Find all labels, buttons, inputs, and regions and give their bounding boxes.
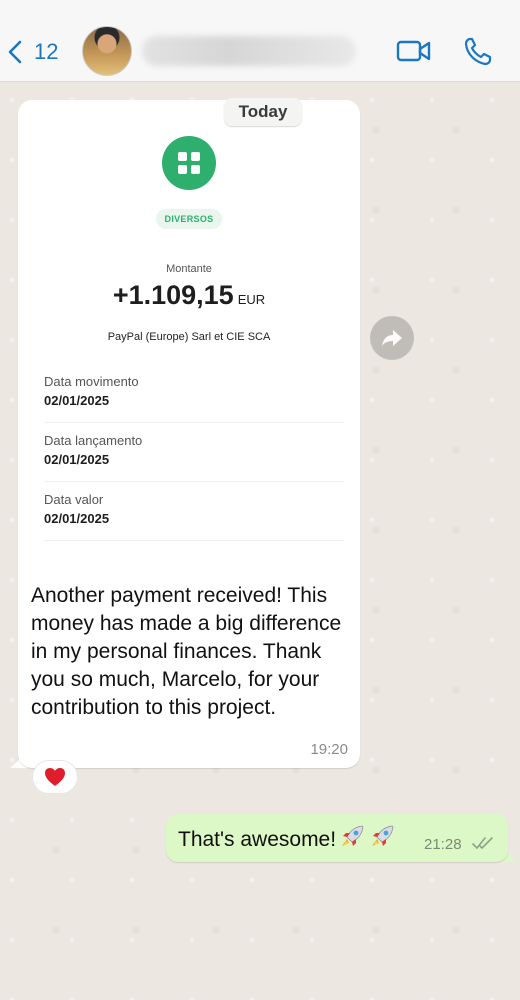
detail-movimento: Data movimento 02/01/2025 (44, 374, 344, 408)
forward-arrow-icon (382, 330, 402, 346)
amount-label: Montante (166, 263, 212, 275)
category-badge: DIVERSOS (156, 209, 222, 229)
rocket-icon (372, 825, 394, 846)
avatar[interactable] (82, 26, 132, 76)
bank-app-logo-icon (162, 136, 216, 190)
amount-row: +1.109,15 EUR (18, 280, 360, 311)
divider (44, 540, 344, 541)
outgoing-message-text: That's awesome! (178, 828, 337, 851)
phone-icon[interactable] (464, 36, 492, 66)
outgoing-message-line: That's awesome! (178, 824, 396, 852)
divider (44, 422, 344, 423)
message-time: 19:20 (310, 741, 348, 758)
date-separator: Today (224, 98, 302, 126)
message-text: Another payment received! This money has… (31, 584, 342, 719)
detail-value: 02/01/2025 (44, 393, 110, 408)
divider (44, 481, 344, 482)
chat-header: 12 (0, 0, 520, 82)
heart-icon (45, 768, 65, 786)
outgoing-message-bubble[interactable]: That's awesome! 21:28 (166, 814, 508, 862)
detail-label: Data movimento (44, 374, 139, 389)
double-check-icon (472, 837, 493, 849)
detail-value: 02/01/2025 (44, 452, 110, 467)
detail-value: 02/01/2025 (44, 511, 110, 526)
video-camera-icon[interactable] (396, 38, 432, 64)
detail-label: Data lançamento (44, 433, 143, 448)
contact-name-redacted[interactable] (142, 36, 356, 66)
detail-label: Data valor (44, 492, 104, 507)
amount-currency: EUR (237, 292, 266, 307)
message-reaction[interactable] (32, 760, 78, 794)
rocket-icon (342, 825, 364, 846)
back-button[interactable]: 12 (6, 34, 66, 70)
chevron-left-icon (8, 40, 22, 64)
detail-valor: Data valor 02/01/2025 (44, 492, 344, 526)
unread-count: 12 (34, 39, 59, 64)
message-time: 21:28 (424, 836, 462, 853)
detail-lancamento: Data lançamento 02/01/2025 (44, 433, 344, 467)
payer-name: PayPal (Europe) Sarl et CIE SCA (107, 331, 271, 343)
incoming-message-bubble[interactable]: DIVERSOS Montante +1.109,15 EUR PayPal (… (18, 100, 360, 768)
forward-button[interactable] (370, 316, 414, 360)
amount-value: +1.109,15 (112, 280, 234, 310)
